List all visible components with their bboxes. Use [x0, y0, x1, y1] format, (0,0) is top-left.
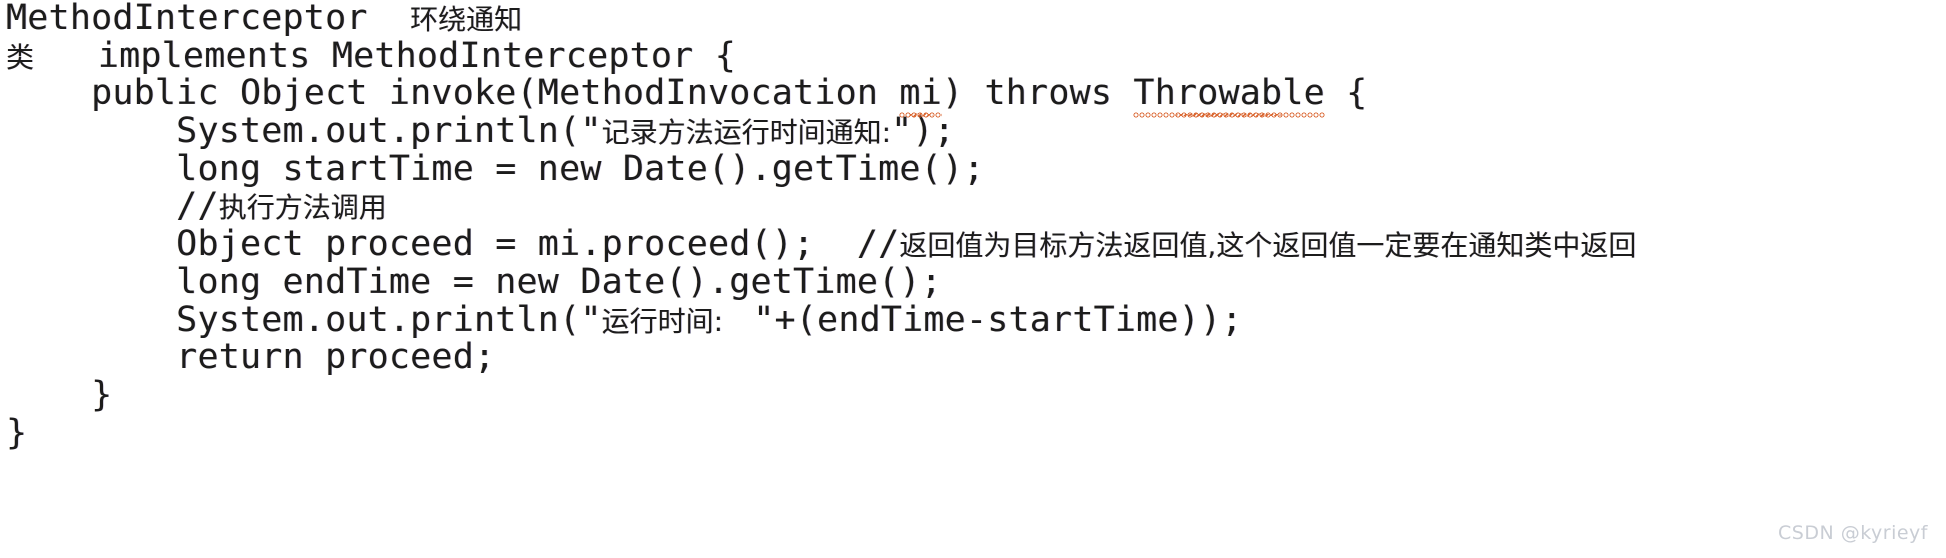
code-token: }: [6, 412, 28, 453]
code-token: System.out.println(": [6, 299, 602, 340]
code-token: 运行时间:: [601, 304, 732, 338]
code-token: 执行方法调用: [218, 191, 387, 225]
code-token: 环绕通知: [410, 3, 523, 36]
code-line: //执行方法调用: [0, 188, 1946, 226]
code-token: 返回值为目标方法返回值,这个返回值一定要在通知类中返回: [899, 229, 1637, 263]
code-line: public Object invoke(MethodInvocation mi…: [0, 73, 1946, 118]
code-token: 类: [6, 40, 35, 74]
code-token: MethodInterceptor: [6, 0, 411, 38]
code-line-list: MethodInterceptor 环绕通知类 implements Metho…: [0, 0, 1946, 452]
code-token: //: [6, 186, 219, 227]
code-line: }: [0, 412, 1946, 453]
code-line: long startTime = new Date().getTime();: [0, 148, 1946, 189]
code-token: implements MethodInterceptor {: [34, 35, 736, 76]
code-token: return proceed;: [6, 337, 496, 378]
spellcheck-token: mi: [899, 73, 942, 118]
code-token: Object proceed = mi.proceed(); //: [6, 224, 900, 265]
code-line: MethodInterceptor 环绕通知: [0, 0, 1946, 38]
code-line: }: [0, 374, 1946, 415]
code-line: System.out.println("记录方法运行时间通知:");: [0, 111, 1946, 152]
code-token: ) throws: [941, 73, 1134, 114]
code-line: System.out.println("运行时间: "+(endTime-sta…: [0, 299, 1946, 340]
code-line: Object proceed = mi.proceed(); //返回值为目标方…: [0, 224, 1946, 265]
code-snippet: MethodInterceptor 环绕通知类 implements Metho…: [0, 0, 1946, 558]
code-token: "+(endTime-startTime));: [731, 299, 1243, 340]
csdn-watermark: CSDN @kyrieyf: [1778, 522, 1928, 544]
code-line: 类 implements MethodInterceptor {: [0, 35, 1946, 76]
code-token: long endTime = new Date().getTime();: [6, 261, 942, 302]
code-token: long startTime = new Date().getTime();: [6, 148, 985, 189]
spellcheck-token: Throwable: [1133, 73, 1326, 118]
code-token: System.out.println(": [6, 111, 602, 152]
code-line: long endTime = new Date().getTime();: [0, 261, 1946, 302]
code-token: }: [6, 374, 113, 415]
code-token: 记录方法运行时间通知:: [601, 116, 892, 150]
code-token: {: [1324, 73, 1368, 114]
code-token: public Object invoke(MethodInvocation: [6, 73, 900, 114]
code-line: return proceed;: [0, 337, 1946, 378]
